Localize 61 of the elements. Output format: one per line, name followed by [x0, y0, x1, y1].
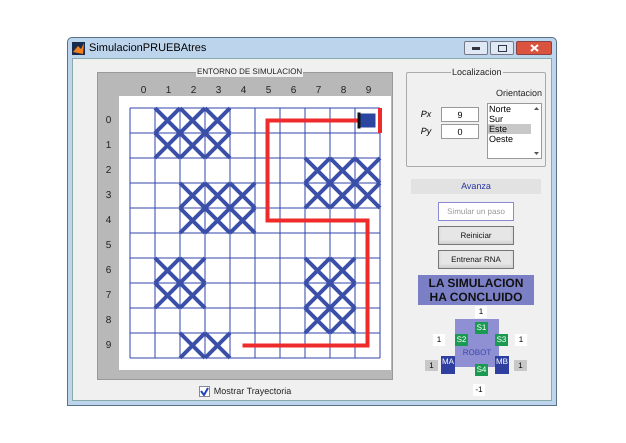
axis-tick-label: 9 — [364, 84, 372, 96]
panel-title: ENTORNO DE SIMULACION — [196, 67, 304, 77]
banner-text: HA CONCLUIDO — [430, 290, 522, 304]
maximize-icon[interactable] — [498, 44, 506, 52]
coordinate-field[interactable]: 0 — [441, 124, 479, 139]
status-text: Avanza — [411, 179, 541, 194]
close-button[interactable] — [516, 41, 552, 55]
axis-tick-label: 0 — [140, 84, 148, 96]
axis-tick-label: 7 — [314, 84, 322, 96]
sensor-reading: 1 — [515, 334, 527, 346]
axis-tick-label: 1 — [104, 139, 112, 153]
app-logo-icon — [72, 42, 85, 54]
window-title: SimulacionPRUEBAtres — [89, 40, 206, 56]
sensor-indicator: S1 — [475, 322, 488, 334]
list-item[interactable]: Sur — [488, 114, 531, 124]
banner-text: LA SIMULACION — [428, 276, 524, 290]
axis-tick-label: 6 — [104, 264, 112, 278]
list-item[interactable]: Oeste — [488, 134, 531, 144]
sensor-reading: 1 — [433, 334, 445, 346]
motor-reading: 1 — [425, 360, 438, 371]
axis-tick-label: 6 — [290, 84, 298, 96]
coordinate-label: Px — [420, 108, 432, 121]
path-checkbox[interactable]: Mostrar Trayectoria — [198, 385, 292, 398]
sensor-indicator: S3 — [495, 334, 508, 346]
checkbox-icon[interactable] — [198, 386, 210, 398]
action-button[interactable]: Reiniciar — [438, 226, 514, 245]
sensor-indicator: S2 — [455, 334, 468, 346]
axis-tick-label: 3 — [104, 189, 112, 203]
coordinate-field[interactable]: 9 — [441, 107, 479, 122]
axis-tick-label: 5 — [264, 84, 272, 96]
axis-tick-label: 4 — [104, 214, 112, 228]
axis-tick-label: 8 — [340, 84, 348, 96]
down-arrow-icon[interactable] — [534, 152, 538, 154]
robot-label: ROBOT — [462, 347, 492, 359]
sensor-reading: -1 — [473, 384, 485, 396]
orientation-label: Orientacion — [494, 87, 542, 100]
sensor-indicator: S4 — [475, 364, 488, 376]
action-button[interactable]: Entrenar RNA — [438, 250, 514, 269]
motor-indicator: MA — [441, 356, 455, 374]
axis-tick-label: 8 — [104, 314, 112, 328]
motor-reading: 1 — [514, 360, 527, 371]
axis-tick-label: 7 — [104, 289, 112, 303]
up-arrow-icon[interactable] — [534, 106, 538, 110]
motor-indicator: MB — [495, 356, 509, 374]
minimize-button[interactable] — [464, 41, 488, 55]
group-title: Localizacion — [451, 67, 503, 77]
axis-tick-label: 2 — [190, 84, 198, 96]
axis-tick-label: 0 — [104, 114, 112, 128]
maximize-button[interactable] — [490, 41, 514, 55]
sensor-reading: 1 — [475, 306, 487, 318]
axis-tick-label: 2 — [104, 164, 112, 178]
coordinate-label: Py — [420, 124, 432, 138]
axis-tick-label: 3 — [214, 84, 222, 96]
axis-tick-label: 1 — [164, 84, 172, 96]
minimize-icon[interactable] — [472, 46, 480, 50]
axis-tick-label: 9 — [104, 339, 112, 353]
axis-tick-label: 4 — [240, 84, 248, 96]
list-item[interactable]: Este — [488, 124, 531, 134]
list-item[interactable]: Norte — [488, 104, 531, 114]
axis-tick-label: 5 — [104, 239, 112, 253]
close-icon[interactable] — [530, 44, 538, 52]
